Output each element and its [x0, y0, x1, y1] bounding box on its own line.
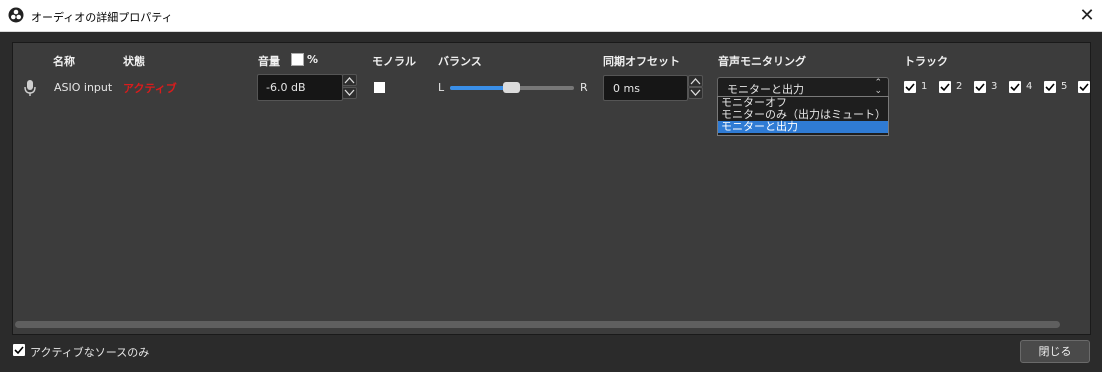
active-only-label: アクティブなソースのみ: [30, 346, 150, 359]
chevron-down-icon: [344, 89, 355, 96]
chevron-up-icon: [690, 78, 701, 85]
checkbox-icon: [974, 81, 986, 93]
checkmark-icon: [975, 83, 985, 92]
obs-logo-icon: [8, 7, 24, 23]
horizontal-scrollbar[interactable]: [15, 321, 1060, 328]
checkmark-icon: [14, 346, 24, 355]
volume-value: -6.0 dB: [266, 81, 306, 94]
window-title: オーディオの詳細プロパティ: [31, 11, 173, 24]
chevron-down-icon: [690, 89, 701, 96]
track-1-label: 1: [921, 81, 928, 92]
header-mono: モノラル: [372, 55, 416, 68]
track-3-label: 3: [991, 81, 998, 92]
sync-offset-value: 0 ms: [613, 82, 640, 95]
track-5-label: 5: [1061, 81, 1068, 92]
checkbox-icon: [904, 81, 916, 93]
volume-input[interactable]: -6.0 dB: [257, 74, 343, 101]
volume-percent-checkbox[interactable]: [291, 53, 304, 66]
header-name: 名称: [53, 55, 75, 68]
sync-offset-decrease-button[interactable]: [688, 87, 703, 99]
title-bar: オーディオの詳細プロパティ ✕: [0, 0, 1102, 32]
window-close-button[interactable]: ✕: [1072, 0, 1102, 31]
header-monitoring: 音声モニタリング: [718, 55, 806, 68]
status-badge: アクティブ: [123, 82, 177, 95]
chevron-up-icon: [344, 77, 355, 84]
track-2-checkbox[interactable]: 2: [939, 80, 969, 94]
checkmark-icon: [1045, 83, 1055, 92]
track-6-checkbox[interactable]: [1078, 80, 1092, 94]
volume-decrease-button[interactable]: [342, 87, 357, 99]
checkbox-icon: [1044, 81, 1056, 93]
header-status: 状態: [123, 55, 145, 68]
checkbox-icon: [1009, 81, 1021, 93]
mono-checkbox[interactable]: [374, 82, 385, 93]
sync-offset-input[interactable]: 0 ms: [603, 75, 688, 101]
close-button[interactable]: 閉じる: [1020, 340, 1090, 363]
header-sync-offset: 同期オフセット: [603, 55, 680, 68]
monitoring-dropdown-list: モニターオフ モニターのみ（出力はミュート） モニターと出力: [717, 96, 889, 136]
checkmark-icon: [1079, 83, 1089, 92]
checkbox-icon: [939, 81, 951, 93]
track-5-checkbox[interactable]: 5: [1044, 80, 1074, 94]
balance-slider-handle[interactable]: [503, 82, 520, 93]
checkmark-icon: [905, 83, 915, 92]
balance-left-label: L: [438, 81, 445, 94]
source-name: ASIO input: [54, 81, 113, 94]
track-4-label: 4: [1026, 81, 1033, 92]
track-2-label: 2: [956, 81, 963, 92]
volume-increase-button[interactable]: [342, 74, 357, 86]
checkbox-icon: [1078, 81, 1090, 93]
track-1-checkbox[interactable]: 1: [904, 80, 934, 94]
header-volume: 音量: [258, 55, 280, 68]
checkmark-icon: [940, 83, 950, 92]
monitoring-select[interactable]: モニターと出力 ⌃ ⌄: [717, 77, 889, 98]
updown-arrows-icon: ⌃ ⌄: [874, 78, 882, 96]
balance-right-label: R: [580, 81, 588, 94]
track-3-checkbox[interactable]: 3: [974, 80, 1004, 94]
active-only-checkbox[interactable]: [13, 344, 25, 356]
header-balance: バランス: [438, 55, 482, 68]
balance-slider-fill: [450, 86, 510, 90]
sync-offset-increase-button[interactable]: [688, 75, 703, 87]
header-percent: %: [307, 53, 319, 66]
checkmark-icon: [1010, 83, 1020, 92]
microphone-icon: [24, 80, 36, 96]
dropdown-option-monitor-and-output[interactable]: モニターと出力: [718, 121, 888, 133]
track-4-checkbox[interactable]: 4: [1009, 80, 1039, 94]
monitoring-selected-value: モニターと出力: [727, 83, 804, 96]
header-tracks: トラック: [904, 55, 948, 68]
